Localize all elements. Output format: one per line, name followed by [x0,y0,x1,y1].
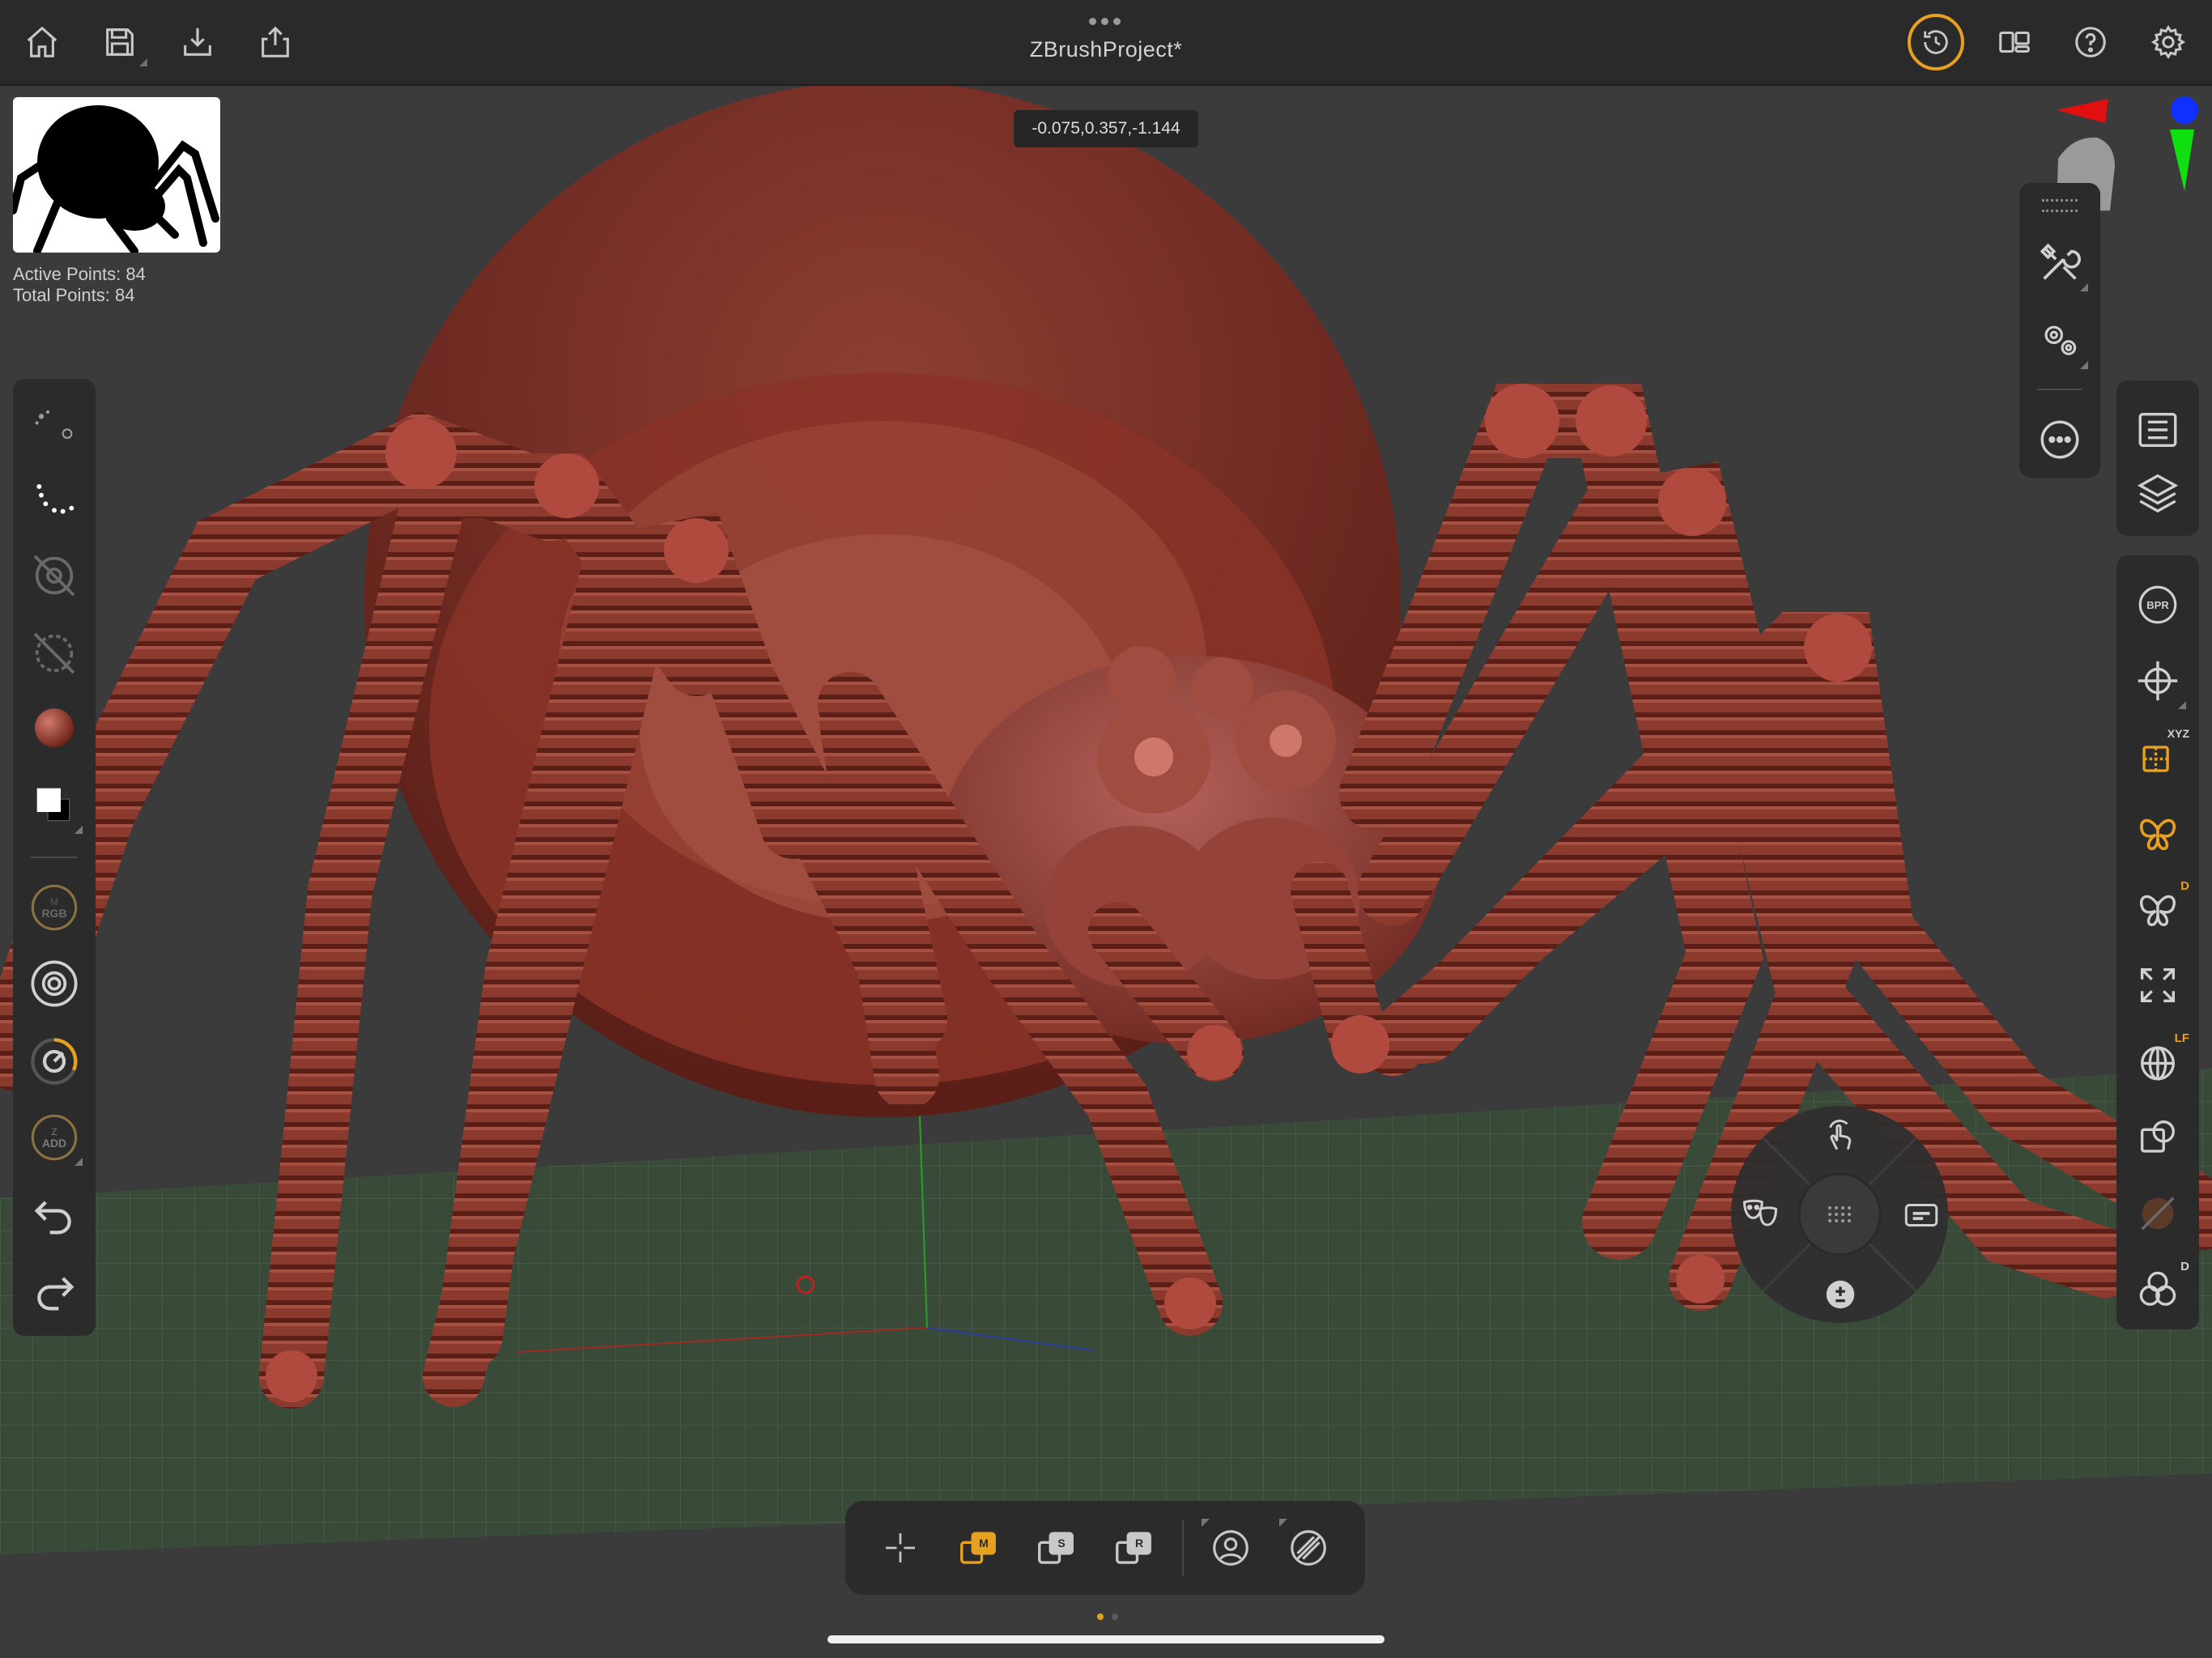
scale-key-label: S [1057,1537,1065,1550]
zadd-z-label: Z [42,1126,66,1137]
material-sphere-icon[interactable] [24,698,84,758]
xyz-label: XYZ [2167,727,2189,740]
rgb-m-label: M [41,896,66,908]
subtool-panel [2116,380,2199,536]
tool-panel [2019,183,2100,478]
dynamic-symmetry-icon[interactable]: D [2128,879,2188,939]
dynamic-d-label: D [2180,879,2189,893]
drag-handle[interactable] [2042,199,2078,212]
redo-icon[interactable] [24,1261,84,1321]
total-points: Total Points: 84 [13,285,146,306]
zadd-button[interactable]: Z ADD [24,1107,84,1167]
active-points: Active Points: 84 [13,264,146,285]
z-intensity-icon[interactable] [24,1031,84,1091]
zadd-label: ADD [42,1137,66,1149]
transp-icon[interactable] [2128,1107,2188,1167]
layout-icon[interactable] [1987,15,2042,70]
rotate-key-label: R [1135,1537,1143,1550]
model-thumbnail [13,97,220,253]
draw-mode-icon[interactable] [871,1519,929,1577]
help-icon[interactable] [2063,15,2118,70]
export-icon[interactable] [248,15,303,70]
menu-card-icon[interactable] [1901,1195,1942,1235]
color-swatch-icon[interactable] [24,776,84,835]
move-mode-button[interactable]: M [949,1519,1007,1577]
local-transform-icon[interactable]: LF [2128,1031,2188,1091]
gesture-radial-menu[interactable] [1729,1104,1950,1324]
scale-mode-button[interactable]: S [1027,1519,1085,1577]
coordinate-readout: -0.075,0.357,-1.144 [1014,110,1198,147]
frame-icon[interactable] [2128,955,2188,1015]
alpha-off-icon[interactable] [24,546,84,606]
gizmo-icon[interactable] [1202,1519,1260,1577]
stroke-dots-icon[interactable] [24,470,84,529]
bpr-button[interactable]: BPR [2128,575,2188,635]
texture-off-icon[interactable] [24,623,84,683]
rgb-mode-button[interactable]: M RGB [24,878,84,937]
bpr-label: BPR [2146,599,2168,611]
gears-icon[interactable] [2030,311,2090,371]
home-icon[interactable] [15,15,70,70]
settings-icon[interactable] [2141,15,2196,70]
touch-gesture-icon[interactable] [1820,1116,1861,1156]
move-key-label: M [979,1537,989,1550]
brush-stroke-dots-icon[interactable] [24,395,84,455]
save-icon[interactable] [92,15,147,70]
more-icon[interactable] [2030,410,2090,470]
rotate-mode-button[interactable]: R [1104,1519,1163,1577]
bottom-toolbar: M S R [845,1501,1365,1595]
home-indicator[interactable] [827,1635,1385,1643]
local-symmetry-xyz-icon[interactable]: XYZ [2128,727,2188,787]
page-indicator[interactable] [1093,1609,1122,1624]
polygroup-d-label: D [2180,1260,2189,1273]
left-toolbar: M RGB Z ADD [13,379,96,1336]
ghost-off-icon[interactable] [2128,1184,2188,1244]
masks-icon[interactable] [1739,1193,1781,1235]
viewport-canvas[interactable] [0,0,2212,1658]
view-panel: BPR XYZ D LF D [2116,555,2199,1329]
history-icon[interactable] [1908,14,1964,70]
lf-label: LF [2175,1031,2189,1045]
undo-icon[interactable] [24,1185,84,1245]
symmetry-butterfly-icon[interactable] [2128,803,2188,863]
edit-tool-icon[interactable] [1279,1519,1338,1577]
points-info: Active Points: 84 Total Points: 84 [13,264,146,306]
import-icon[interactable] [170,15,225,70]
layers-icon[interactable] [2128,461,2188,521]
plus-minus-icon[interactable] [1822,1276,1859,1313]
top-bar: ZBrushProject* [0,0,2212,86]
polygroup-icon[interactable]: D [2128,1260,2188,1320]
project-title: ZBrushProject* [944,37,1268,62]
draw-size-icon[interactable] [24,954,84,1014]
rgb-label: RGB [41,908,66,919]
tools-icon[interactable] [2030,233,2090,293]
more-options-dots[interactable] [1087,15,1125,23]
move-view-icon[interactable] [2128,651,2188,711]
subtool-list-icon[interactable] [2128,400,2188,460]
